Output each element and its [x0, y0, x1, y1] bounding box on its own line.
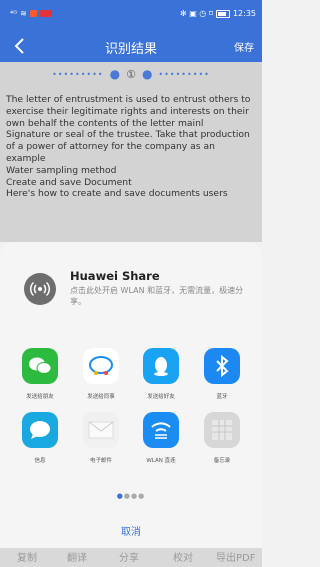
- share-sheet: Huawei Share 点击此处开启 WLAN 和蓝牙，无需流量，极速分享。 …: [0, 242, 262, 548]
- share-app-wechat[interactable]: 发送给朋友: [10, 348, 70, 400]
- share-app-memo[interactable]: 备忘录: [192, 412, 252, 464]
- qq-icon: [143, 348, 179, 384]
- share-app-bluetooth[interactable]: 蓝牙: [192, 348, 252, 400]
- app-label: WLAN 直连: [146, 458, 176, 464]
- text-line: Create and save Document: [6, 176, 132, 188]
- share-app-work[interactable]: 发送给同事: [71, 348, 131, 400]
- wechat-icon: [22, 348, 58, 384]
- save-button[interactable]: 保存: [234, 39, 254, 54]
- share-app-message[interactable]: 信息: [10, 412, 70, 464]
- text-line: Signature or seal of the trustee. Take t…: [6, 129, 250, 164]
- proofread-button[interactable]: 校对: [173, 549, 193, 564]
- share-button[interactable]: 分享: [119, 549, 139, 564]
- status-bar: ⁴ᴳ ≋ ✻ ▣ ◷ ⌑ 12:35: [0, 0, 262, 30]
- text-line: The letter of entrustment is used to ent…: [6, 94, 251, 129]
- app-notification-icon: [39, 10, 52, 17]
- dot-next: ●: [141, 67, 153, 81]
- wifi-icon: ≋: [20, 9, 27, 18]
- work-chat-icon: [83, 348, 119, 384]
- app-label: 信息: [34, 458, 46, 464]
- bottom-toolbar: 复制 翻译 分享 校对 导出PDF: [0, 548, 262, 567]
- page-number: ①: [126, 67, 136, 81]
- app-label: 发送给好友: [147, 394, 175, 400]
- share-description: 点击此处开启 WLAN 和蓝牙，无需流量，极速分享。: [70, 286, 244, 306]
- pager-dot-active: ●: [116, 492, 124, 500]
- title-bar: 识别结果 保存: [0, 30, 262, 62]
- share-app-email[interactable]: 电子邮件: [71, 412, 131, 464]
- huawei-share-icon: [24, 273, 56, 305]
- app-label: 蓝牙: [216, 394, 228, 400]
- text-line: Here's how to create and save documents …: [6, 188, 228, 200]
- dots-right: •••••••••: [158, 69, 210, 79]
- page-title: 识别结果: [104, 42, 157, 57]
- status-time: 12:35: [232, 9, 256, 18]
- battery-icon: [215, 9, 230, 18]
- share-app-wlan-direct[interactable]: WLAN 直连: [131, 412, 191, 464]
- translate-button[interactable]: 翻译: [67, 549, 87, 564]
- huawei-share-row[interactable]: Huawei Share 点击此处开启 WLAN 和蓝牙，无需流量，极速分享。: [18, 263, 248, 323]
- memo-icon: [204, 412, 240, 448]
- copy-button[interactable]: 复制: [17, 549, 37, 564]
- page-indicator: ••••••••• ● ① ● •••••••••: [0, 62, 262, 86]
- share-pager: ●●●●: [116, 492, 146, 500]
- bluetooth-icon: [204, 348, 240, 384]
- notification-icon: [29, 10, 37, 17]
- share-title: Huawei Share: [70, 269, 160, 283]
- system-icons: ✻ ▣ ◷ ⌑: [179, 9, 213, 18]
- app-label: 发送给同事: [87, 394, 115, 400]
- app-label: 备忘录: [213, 458, 231, 464]
- text-line: Water sampling method: [6, 164, 117, 176]
- dot-active: ●: [109, 67, 121, 81]
- export-pdf-button[interactable]: 导出PDF: [216, 549, 255, 564]
- app-label: 电子邮件: [89, 458, 112, 464]
- app-label: 发送给朋友: [26, 394, 54, 400]
- message-icon: [22, 412, 58, 448]
- mail-icon: [83, 412, 119, 448]
- cancel-button[interactable]: 取消: [0, 523, 262, 538]
- signal-icon: ⁴ᴳ: [10, 9, 18, 18]
- wifi-direct-icon: [143, 412, 179, 448]
- dots-left: •••••••••: [52, 69, 104, 79]
- share-app-qq[interactable]: 发送给好友: [131, 348, 191, 400]
- recognized-text[interactable]: The letter of entrustment is used to ent…: [0, 86, 262, 242]
